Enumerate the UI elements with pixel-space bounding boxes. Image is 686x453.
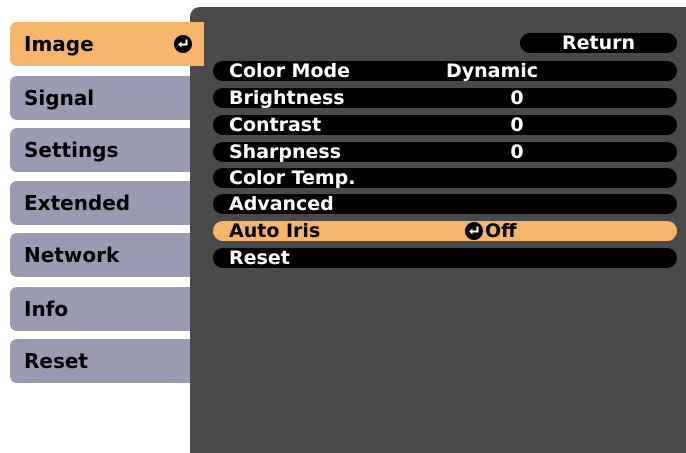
row-value: Dynamic [445,60,539,82]
row-label: Advanced [229,193,334,215]
row-label: Brightness [229,87,345,109]
row-label: Color Mode [229,60,350,82]
tab-reset[interactable]: Reset [10,339,198,383]
row-color-temp[interactable]: Color Temp. [213,168,677,188]
row-advanced[interactable]: Advanced [213,194,677,214]
return-label: Return [562,32,636,54]
projector-menu: Image Signal Settings Extended Network I… [0,0,686,453]
row-label: Contrast [229,114,322,136]
tab-info[interactable]: Info [10,287,198,331]
row-value-group: Off [465,221,517,241]
row-label: Sharpness [229,141,342,163]
row-label: Auto Iris [229,220,321,242]
row-value: Off [485,220,517,242]
tab-image[interactable]: Image [10,22,204,66]
row-contrast[interactable]: Contrast 0 [213,115,677,135]
tab-extended[interactable]: Extended [10,181,198,225]
enter-icon [174,35,192,53]
tab-signal[interactable]: Signal [10,76,198,120]
return-button[interactable]: Return [520,33,677,53]
enter-icon [465,222,483,240]
row-label: Color Temp. [229,167,356,189]
row-color-mode[interactable]: Color Mode Dynamic [213,61,677,81]
row-sharpness[interactable]: Sharpness 0 [213,142,677,162]
tab-network[interactable]: Network [10,233,198,277]
tab-image-label: Image [24,32,94,56]
row-value: 0 [510,141,524,163]
row-reset[interactable]: Reset [213,248,677,268]
row-auto-iris[interactable]: Auto Iris Off [213,221,677,241]
row-brightness[interactable]: Brightness 0 [213,88,677,108]
tab-info-label: Info [24,297,69,321]
tab-settings-label: Settings [24,138,119,162]
tab-settings[interactable]: Settings [10,128,198,172]
tab-signal-label: Signal [24,86,95,110]
tab-reset-label: Reset [24,349,88,373]
tab-extended-label: Extended [24,191,131,215]
row-label: Reset [229,247,290,269]
row-value: 0 [510,114,524,136]
row-value: 0 [510,87,524,109]
tab-network-label: Network [24,243,120,267]
